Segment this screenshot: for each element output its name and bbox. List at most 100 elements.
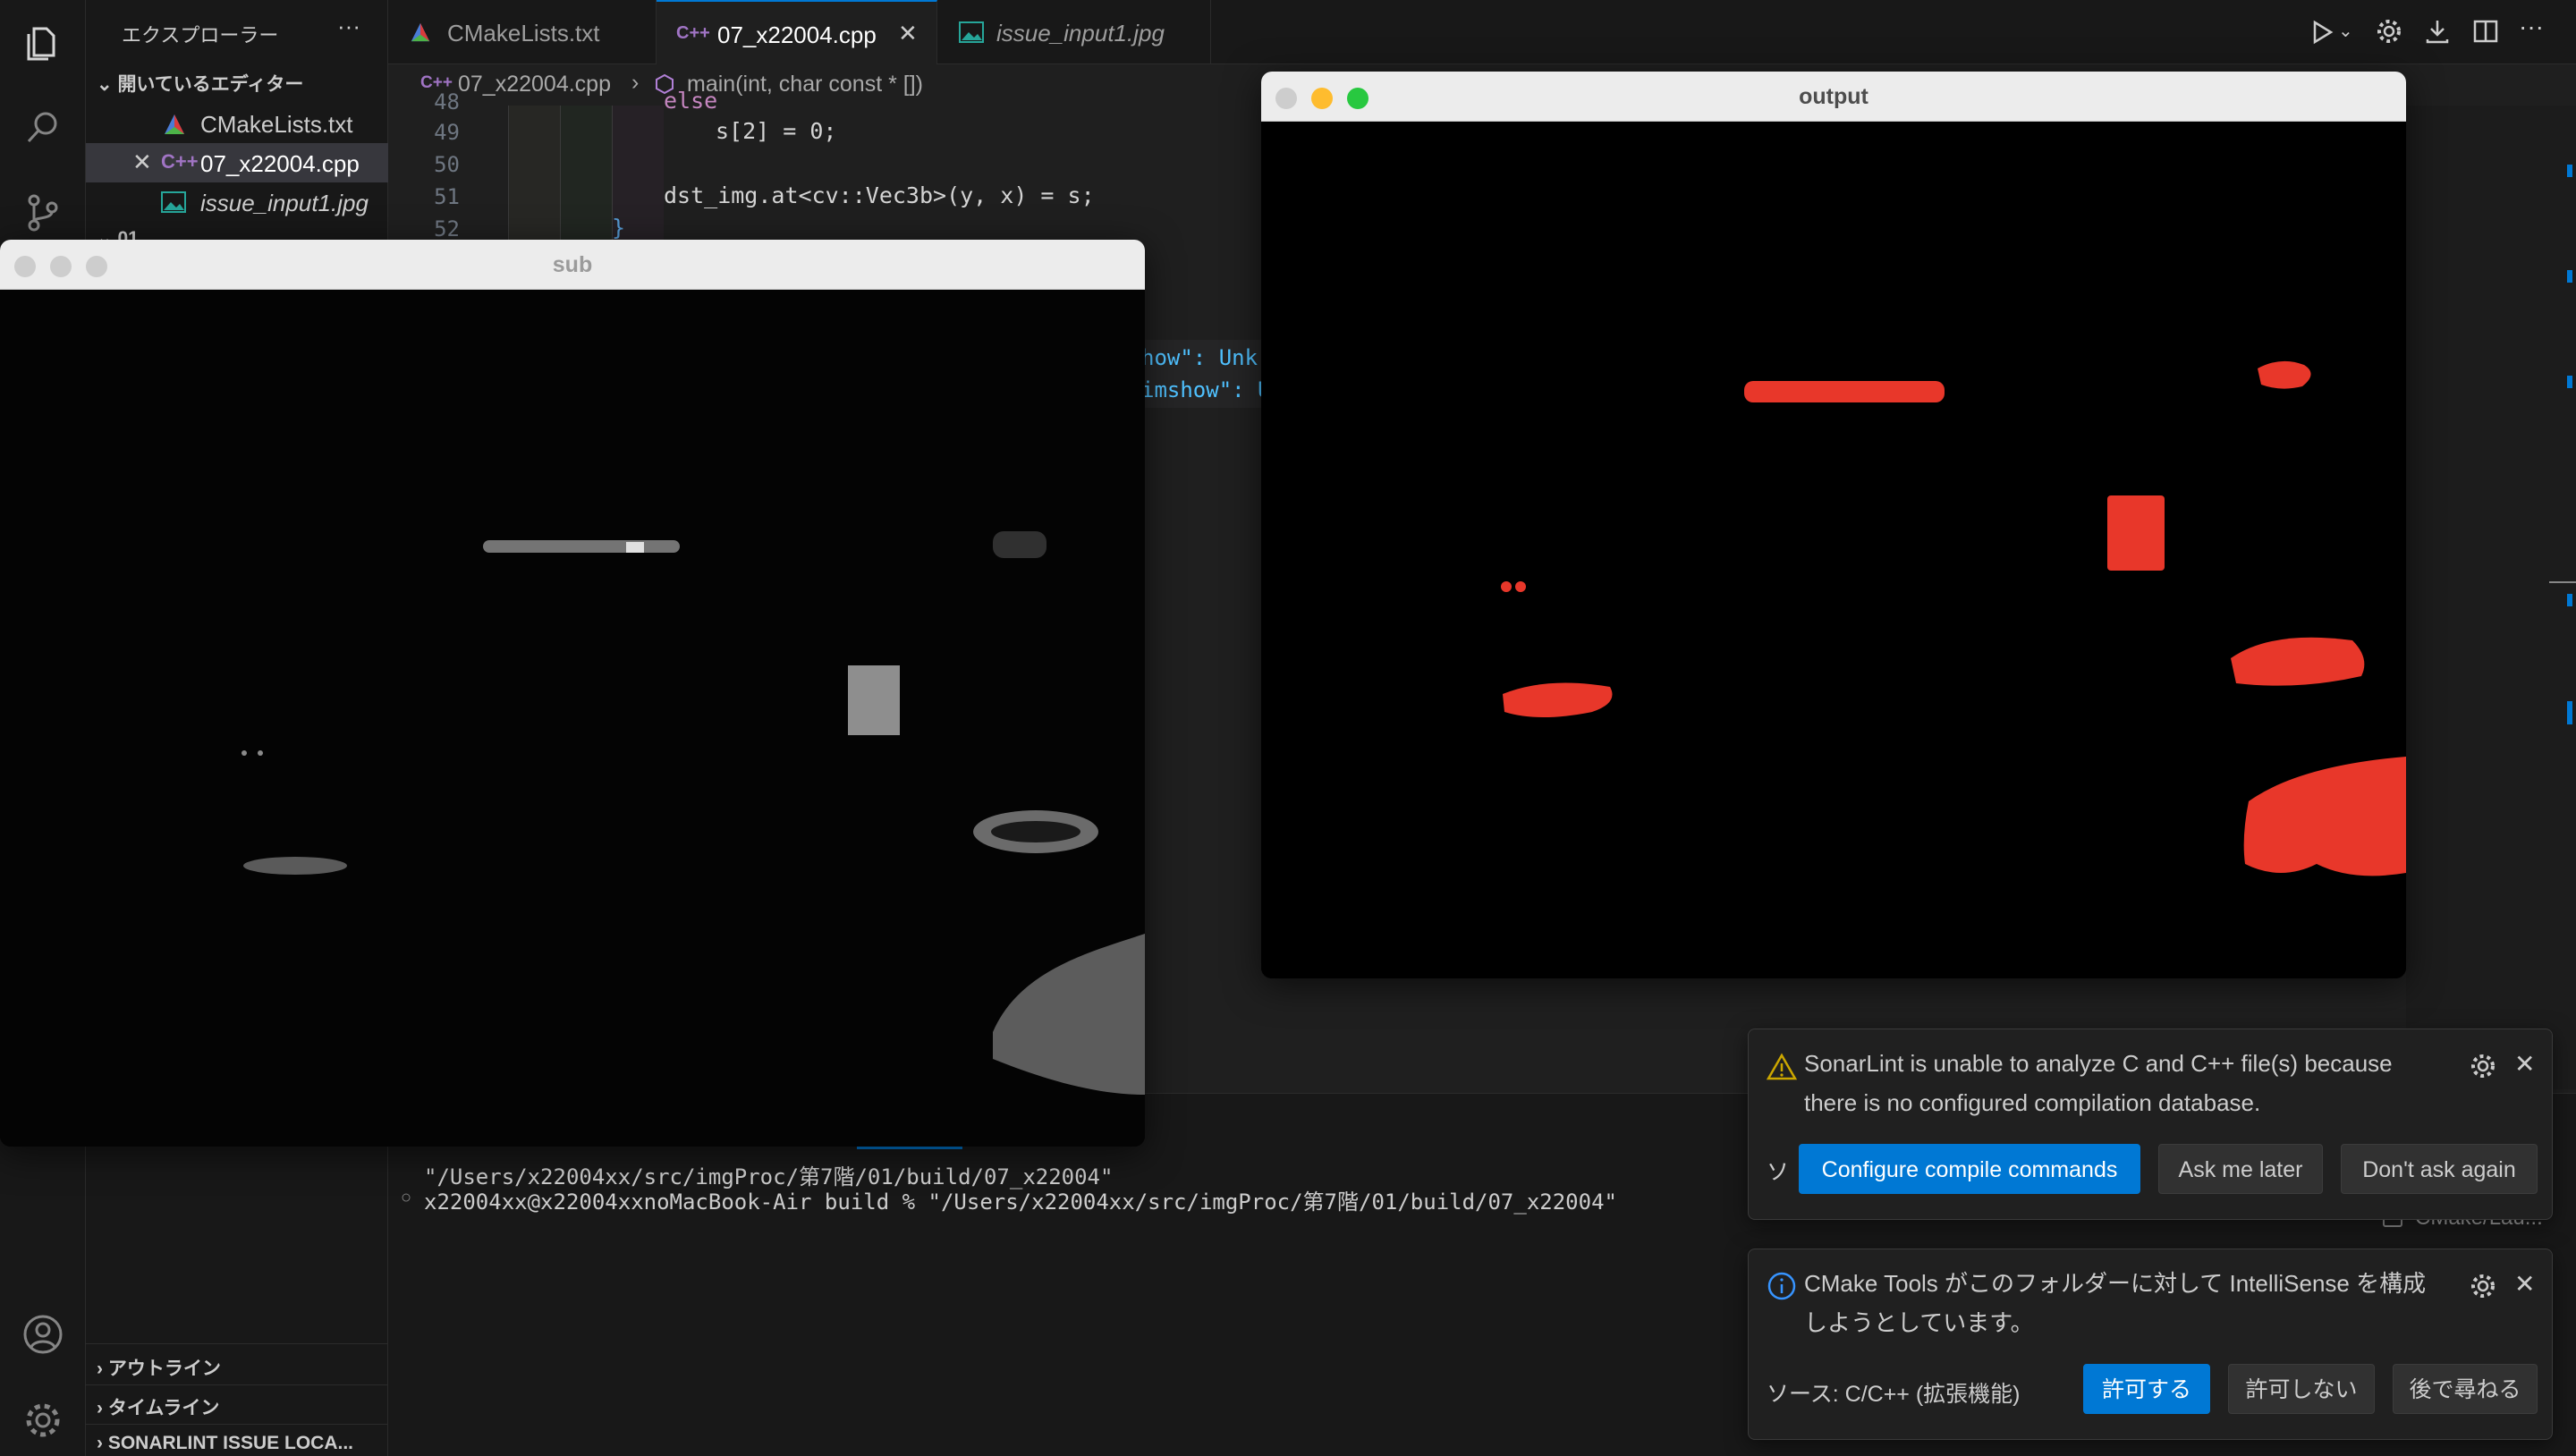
download-icon[interactable]: [2424, 18, 2451, 45]
scroll-marker: [2567, 165, 2572, 177]
hover-text: imshow": U: [1141, 377, 1271, 402]
timeline-label: タイムライン: [107, 1398, 220, 1418]
tab-bar: CMakeLists.txt C++ 07_x22004.cpp ✕ issue…: [388, 0, 2576, 64]
source-control-icon[interactable]: [21, 191, 64, 234]
scroll-marker: [2549, 581, 2576, 583]
terminal-line: x22004xx@x22004xxnoMacBook-Air build % "…: [424, 1189, 1617, 1215]
sub-window-titlebar[interactable]: sub: [0, 240, 1145, 290]
outline-label: アウトライン: [107, 1359, 221, 1379]
tab-image[interactable]: issue_input1.jpg: [937, 0, 1211, 64]
timeline-header[interactable]: › タイムライン: [97, 1393, 219, 1420]
notification-message: CMake Tools がこのフォルダーに対して IntelliSense を構…: [1804, 1270, 2427, 1297]
scroll-marker: [2567, 270, 2572, 283]
cmake-tools-notification: CMake Tools がこのフォルダーに対して IntelliSense を構…: [1748, 1249, 2553, 1440]
close-icon[interactable]: ✕: [132, 148, 152, 176]
divider: [86, 1343, 388, 1344]
dont-ask-again-button[interactable]: Don't ask again: [2341, 1144, 2538, 1194]
line-number: 50: [434, 152, 460, 177]
account-icon[interactable]: [21, 1313, 64, 1356]
sonarlint-notification: SonarLint is unable to analyze C and C++…: [1748, 1029, 2553, 1220]
split-editor-icon[interactable]: [2472, 18, 2499, 45]
more-actions-icon[interactable]: ···: [2519, 13, 2544, 41]
line-number: 52: [434, 216, 460, 241]
file-name: issue_input1.jpg: [200, 190, 369, 216]
ask-me-later-button[interactable]: Ask me later: [2158, 1144, 2323, 1194]
hover-text: how": Unk: [1141, 345, 1258, 370]
tab-cmakelists[interactable]: CMakeLists.txt: [388, 0, 657, 64]
warning-icon: [1767, 1053, 1797, 1080]
active-panel-tab-indicator: [857, 1147, 962, 1149]
divider: [86, 1424, 388, 1425]
minimap[interactable]: [2406, 106, 2576, 1089]
notification-source: ソース: C/C++ (拡張機能): [1767, 1382, 2021, 1407]
configure-compile-commands-button[interactable]: Configure compile commands: [1799, 1144, 2140, 1194]
deny-button[interactable]: 許可しない: [2228, 1364, 2375, 1414]
cpp-icon: C++: [676, 23, 710, 43]
tab-cpp-active[interactable]: C++ 07_x22004.cpp ✕: [657, 0, 937, 64]
scroll-marker: [2567, 594, 2572, 606]
open-editor-item[interactable]: CMakeLists.txt: [86, 104, 388, 143]
info-icon: [1767, 1272, 1796, 1300]
breadcrumb-file[interactable]: 07_x22004.cpp: [458, 72, 611, 97]
settings-gear-icon[interactable]: [2470, 1273, 2496, 1299]
manage-gear-icon[interactable]: [21, 1399, 64, 1442]
chevron-right-icon: ›: [97, 1398, 108, 1418]
settings-gear-icon[interactable]: [2376, 18, 2402, 45]
sub-image: [0, 290, 1145, 1147]
notification-message: there is no configured compilation datab…: [1804, 1089, 2261, 1116]
run-icon[interactable]: [2311, 20, 2334, 45]
sonarlint-label: SONARLINT ISSUE LOCA...: [107, 1433, 354, 1453]
output-window[interactable]: output: [1261, 72, 2406, 978]
notification-message: しようとしています。: [1804, 1309, 2034, 1336]
open-editors-label: 開いているエディター: [117, 74, 304, 95]
chevron-right-icon: ›: [97, 1433, 108, 1453]
close-icon[interactable]: ✕: [898, 20, 918, 47]
window-title: output: [1799, 84, 1868, 109]
output-window-titlebar[interactable]: output: [1261, 72, 2406, 122]
explorer-icon[interactable]: [21, 21, 64, 64]
more-actions-icon[interactable]: ···: [337, 13, 360, 40]
chevron-right-icon: ›: [97, 1359, 108, 1379]
line-number: 48: [434, 89, 460, 114]
chevron-down-icon[interactable]: ⌄: [2338, 20, 2353, 42]
code-line: s[2] = 0;: [716, 118, 837, 144]
settings-gear-icon[interactable]: [2470, 1053, 2496, 1079]
close-icon[interactable]: ✕: [2514, 1049, 2535, 1079]
image-icon: [959, 21, 984, 43]
tab-label: issue_input1.jpg: [996, 20, 1165, 47]
explorer-title: エクスプローラー: [122, 24, 279, 47]
outline-header[interactable]: › アウトライン: [97, 1354, 221, 1381]
code-line: dst_img.at<cv::Vec3b>(y, x) = s;: [664, 182, 1095, 208]
chevron-down-icon: ⌄: [97, 74, 118, 95]
sonarlint-header[interactable]: › SONARLINT ISSUE LOCA...: [97, 1433, 353, 1454]
terminal-marker-icon: ○: [401, 1188, 412, 1207]
tab-label: 07_x22004.cpp: [717, 21, 877, 48]
breadcrumb: C++ 07_x22004.cpp › main(int, char const…: [388, 64, 1283, 106]
cmake-icon: [411, 22, 430, 42]
image-icon: [161, 191, 186, 213]
close-icon[interactable]: ✕: [2514, 1269, 2535, 1299]
notification-source: ソ: [1767, 1160, 1790, 1185]
tab-label: CMakeLists.txt: [447, 20, 600, 47]
allow-button[interactable]: 許可する: [2083, 1364, 2210, 1414]
code-line: }: [612, 215, 626, 241]
open-editors-header[interactable]: ⌄ 開いているエディター: [97, 70, 303, 97]
scroll-marker: [2567, 376, 2572, 388]
sub-window[interactable]: sub: [0, 240, 1145, 1147]
search-icon[interactable]: [21, 106, 64, 148]
indent-guide: [560, 106, 612, 240]
chevron-right-icon: ›: [631, 70, 640, 95]
ask-later-button[interactable]: 後で尋ねる: [2393, 1364, 2538, 1414]
line-number: 51: [434, 184, 460, 209]
open-editor-item[interactable]: issue_input1.jpg: [86, 182, 388, 222]
open-editor-item-selected[interactable]: ✕ C++ 07_x22004.cpp: [86, 143, 388, 182]
divider: [86, 1384, 388, 1385]
breadcrumb-symbol[interactable]: main(int, char const * []): [687, 72, 923, 97]
file-name: 07_x22004.cpp: [200, 150, 360, 177]
code-line: else: [664, 88, 718, 114]
cpp-icon: C++: [161, 150, 199, 173]
indent-guide: [508, 106, 560, 240]
window-title: sub: [552, 252, 593, 277]
scroll-marker: [2567, 703, 2572, 724]
cmake-icon: [165, 114, 184, 134]
